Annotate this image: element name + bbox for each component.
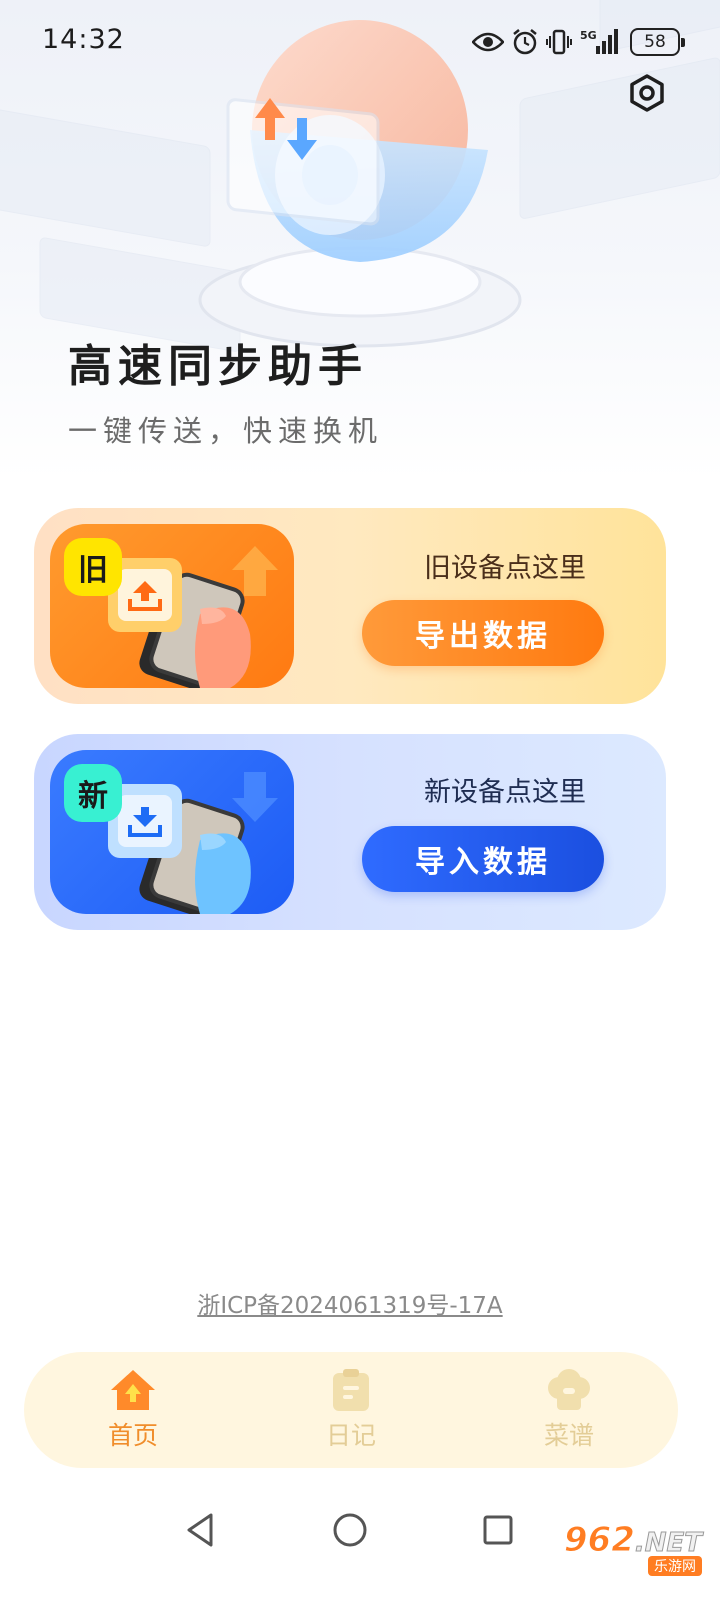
upload-icon <box>128 581 162 611</box>
chef-hat-icon <box>548 1369 590 1410</box>
battery-level: 58 <box>644 32 666 52</box>
watermark-logo: 962.NET <box>563 1520 702 1561</box>
new-device-hint: 新设备点这里 <box>424 777 586 808</box>
watermark-suffix: .NET <box>634 1528 702 1559</box>
status-bar: 14:32 5G 58 <box>0 0 720 84</box>
tab-diary[interactable]: 日记 <box>242 1352 460 1468</box>
battery-icon: 58 <box>630 28 685 56</box>
tab-home[interactable]: 首页 <box>24 1352 242 1468</box>
watermark-number: 962 <box>563 1520 635 1561</box>
new-device-tag: 新 <box>64 764 122 822</box>
import-card[interactable]: 新 新设备点这里 导入数据 <box>34 734 666 930</box>
export-data-button[interactable]: 导出数据 <box>362 600 604 666</box>
nav-home-button[interactable] <box>328 1508 372 1552</box>
tab-recipes-label: 菜谱 <box>543 1421 594 1450</box>
status-icons: 5G 58 <box>472 24 685 60</box>
watermark-subtitle: 乐游网 <box>648 1556 702 1576</box>
icp-link[interactable]: 浙ICP备2024061319号-17A <box>0 1286 700 1320</box>
signal-5g-icon: 5G <box>580 29 618 54</box>
page-subtitle: 一键传送，快速换机 <box>68 414 384 448</box>
old-device-tag: 旧 <box>64 538 122 596</box>
tab-home-label: 首页 <box>107 1421 158 1450</box>
import-illustration: 新 <box>50 750 294 914</box>
home-icon <box>111 1370 155 1410</box>
old-device-hint: 旧设备点这里 <box>424 553 586 584</box>
network-label: 5G <box>580 29 597 42</box>
back-icon <box>187 1513 213 1547</box>
nav-recents-button[interactable] <box>476 1508 520 1552</box>
settings-button[interactable] <box>624 70 670 116</box>
page-title: 高速同步助手 <box>68 341 368 392</box>
import-data-button[interactable]: 导入数据 <box>362 826 604 892</box>
circle-home-icon <box>333 1513 367 1547</box>
alarm-icon <box>513 29 537 55</box>
bottom-tab-bar: 首页 日记 菜谱 <box>24 1352 678 1468</box>
tab-recipes[interactable]: 菜谱 <box>460 1352 678 1468</box>
status-time: 14:32 <box>42 24 125 55</box>
site-watermark: 962.NET 乐游网 <box>563 1520 703 1576</box>
diary-icon <box>333 1369 369 1411</box>
settings-icon <box>630 74 664 112</box>
recents-icon <box>483 1515 513 1545</box>
vibrate-icon <box>546 29 572 55</box>
tab-diary-label: 日记 <box>325 1421 376 1450</box>
nav-back-button[interactable] <box>178 1508 222 1552</box>
export-card[interactable]: 旧 旧设备点这里 导出数据 <box>34 508 666 704</box>
export-illustration: 旧 <box>50 524 294 688</box>
eye-icon <box>472 32 504 52</box>
download-icon <box>128 807 162 837</box>
